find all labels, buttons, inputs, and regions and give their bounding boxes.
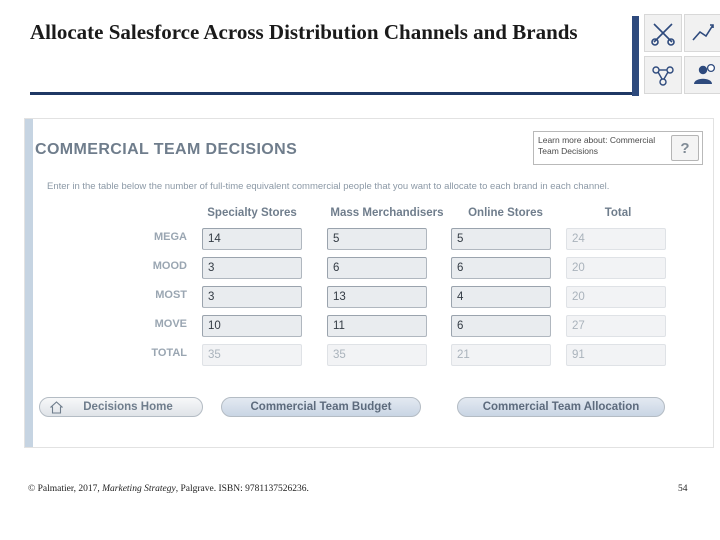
page-title: Allocate Salesforce Across Distribution … xyxy=(30,20,578,44)
app-heading: COMMERCIAL TEAM DECISIONS xyxy=(35,141,298,158)
cell-mood-specialty-stores[interactable]: 3 xyxy=(202,257,302,279)
accent-bar xyxy=(632,16,639,96)
user-gear-icon xyxy=(684,56,720,94)
decisions-home-button[interactable]: Decisions Home xyxy=(39,397,203,417)
cell-move-mass-merchandisers[interactable]: 11 xyxy=(327,315,427,337)
help-callout: Learn more about: Commercial Team Decisi… xyxy=(533,131,703,165)
cell-move-total: 27 xyxy=(566,315,666,337)
line-chart-icon xyxy=(684,14,720,52)
cell-mood-mass-merchandisers[interactable]: 6 xyxy=(327,257,427,279)
cell-most-specialty-stores[interactable]: 3 xyxy=(202,286,302,308)
help-text: Learn more about: Commercial Team Decisi… xyxy=(538,135,656,157)
cell-total-online-stores: 21 xyxy=(451,344,551,366)
cell-grand-total: 91 xyxy=(566,344,666,366)
footer-italic: Marketing Strategy xyxy=(102,484,176,494)
column-header-specialty-stores: Specialty Stores xyxy=(207,207,297,219)
panel-accent-strip xyxy=(25,119,33,447)
commercial-team-allocation-button[interactable]: Commercial Team Allocation xyxy=(457,397,665,417)
commercial-team-budget-button[interactable]: Commercial Team Budget xyxy=(221,397,421,417)
footer-prefix: © Palmatier, 2017, xyxy=(28,484,103,494)
decisions-home-label: Decisions Home xyxy=(83,401,173,413)
column-header-total: Total xyxy=(604,207,632,219)
cell-most-online-stores[interactable]: 4 xyxy=(451,286,551,308)
network-icon xyxy=(644,56,682,94)
decorative-icon-group xyxy=(632,14,720,98)
cell-move-specialty-stores[interactable]: 10 xyxy=(202,315,302,337)
cell-mood-total: 20 xyxy=(566,257,666,279)
commercial-team-allocation-label: Commercial Team Allocation xyxy=(482,401,640,413)
home-icon xyxy=(49,401,64,414)
page-number: 54 xyxy=(678,484,688,494)
column-header-mass-merchandisers: Mass Merchandisers xyxy=(330,207,444,219)
title-divider xyxy=(30,92,638,95)
application-screenshot-panel: COMMERCIAL TEAM DECISIONS Learn more abo… xyxy=(24,118,714,448)
row-label-mega: MEGA xyxy=(154,231,187,243)
cell-mega-online-stores[interactable]: 5 xyxy=(451,228,551,250)
column-header-online-stores: Online Stores xyxy=(468,207,543,219)
cell-mega-mass-merchandisers[interactable]: 5 xyxy=(327,228,427,250)
cell-most-total: 20 xyxy=(566,286,666,308)
cell-move-online-stores[interactable]: 6 xyxy=(451,315,551,337)
row-label-move: MOVE xyxy=(154,318,187,330)
row-label-total: TOTAL xyxy=(151,347,187,359)
scissors-icon xyxy=(644,14,682,52)
cell-total-specialty-stores: 35 xyxy=(202,344,302,366)
help-button[interactable]: ? xyxy=(671,135,699,161)
row-label-mood: MOOD xyxy=(152,260,187,272)
cell-mega-total: 24 xyxy=(566,228,666,250)
cell-mega-specialty-stores[interactable]: 14 xyxy=(202,228,302,250)
footer-citation: © Palmatier, 2017, Marketing Strategy, P… xyxy=(28,484,309,494)
footer-suffix: , Palgrave. ISBN: 9781137526236. xyxy=(175,484,309,494)
commercial-team-budget-label: Commercial Team Budget xyxy=(250,401,392,413)
cell-total-mass-merchandisers: 35 xyxy=(327,344,427,366)
cell-mood-online-stores[interactable]: 6 xyxy=(451,257,551,279)
cell-most-mass-merchandisers[interactable]: 13 xyxy=(327,286,427,308)
instruction-text: Enter in the table below the number of f… xyxy=(47,181,610,192)
row-label-most: MOST xyxy=(155,289,187,301)
